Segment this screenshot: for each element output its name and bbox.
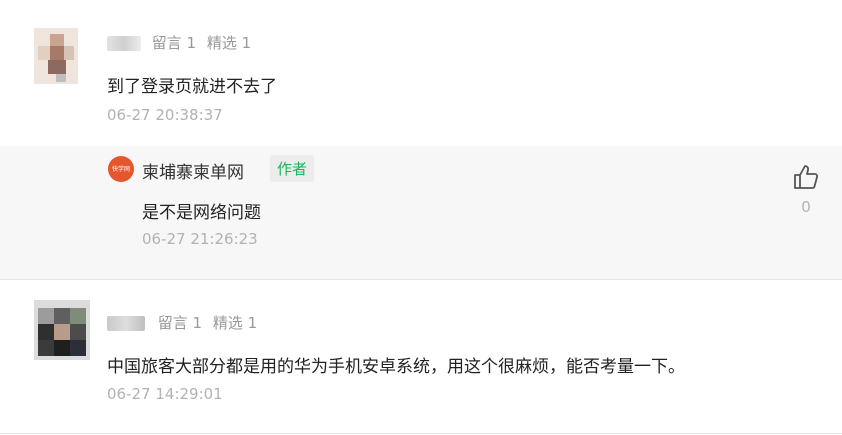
author-name[interactable]: 柬埔寨柬单网 bbox=[142, 158, 244, 183]
comment-timestamp: 06-27 20:38:37 bbox=[107, 106, 223, 124]
avatar[interactable] bbox=[34, 28, 78, 84]
thumbs-up-icon bbox=[794, 165, 819, 189]
reply-count: 留言 1 bbox=[151, 34, 197, 52]
avatar[interactable] bbox=[34, 300, 90, 360]
author-logo[interactable]: 快学网 bbox=[108, 156, 134, 182]
comment-meta: ·气 留言 1 精选 1 bbox=[107, 32, 251, 53]
reply-text: 是不是网络问题 bbox=[142, 203, 261, 223]
author-badge: 作者 bbox=[270, 155, 315, 182]
featured-count: 精选 1 bbox=[206, 34, 252, 52]
commenter-name[interactable]: ·气 bbox=[107, 36, 141, 51]
divider bbox=[0, 433, 842, 434]
reply-timestamp: 06-27 21:26:23 bbox=[142, 230, 258, 248]
comment-meta: 陈宇 留言 1 精选 1 bbox=[107, 312, 257, 333]
logo-text: 快学网 bbox=[111, 165, 130, 173]
like-count: 0 bbox=[801, 198, 811, 216]
commenter-name[interactable]: 陈宇 bbox=[107, 316, 145, 331]
comment-text: 中国旅客大部分都是用的华为手机安卓系统，用这个很麻烦，能否考量一下。 bbox=[107, 357, 685, 377]
comment-timestamp: 06-27 14:29:01 bbox=[107, 385, 223, 403]
comment-text: 到了登录页就进不去了 bbox=[107, 77, 277, 97]
like-button[interactable] bbox=[792, 163, 820, 191]
featured-count: 精选 1 bbox=[212, 314, 258, 332]
reply-count: 留言 1 bbox=[157, 314, 203, 332]
